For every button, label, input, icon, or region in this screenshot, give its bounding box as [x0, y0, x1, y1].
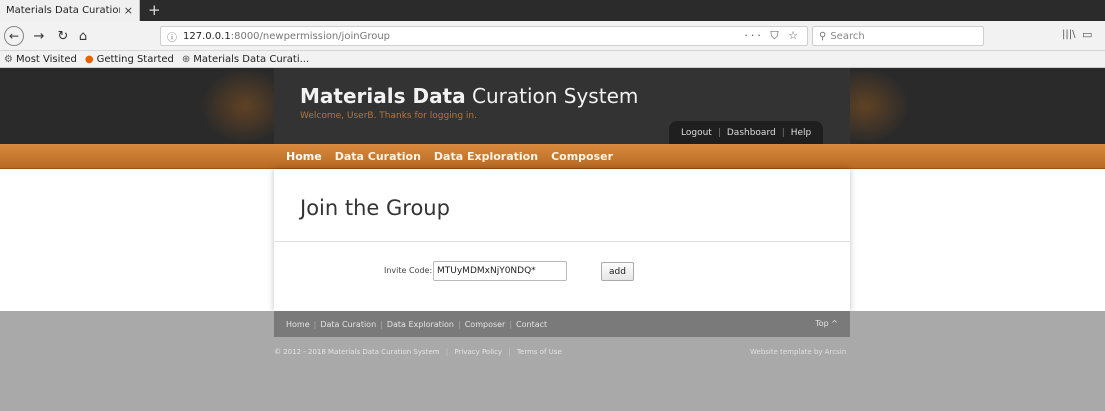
menu-item-home[interactable]: Home — [286, 150, 322, 175]
menu-item-label: Home — [286, 150, 322, 163]
copyright-text: © 2012 - 2018 Materials Data Curation Sy… — [274, 348, 440, 356]
join-group-form: Invite Code: add — [274, 259, 850, 283]
search-placeholder: Search — [830, 30, 865, 42]
separator: | — [508, 348, 511, 356]
content-panel: Join the Group Invite Code: add — [274, 169, 850, 311]
back-icon[interactable]: ← — [4, 26, 24, 46]
web-page: Materials Data Curation System Welcome, … — [0, 68, 1105, 411]
dashboard-link[interactable]: Dashboard — [727, 128, 776, 138]
close-icon[interactable]: × — [124, 4, 133, 17]
add-button[interactable]: add — [601, 262, 634, 281]
main-menu: Home Data Curation Data Exploration Comp… — [286, 144, 626, 175]
bookmark-label: Most Visited — [15, 53, 77, 65]
page-actions-icon[interactable]: ··· ⛉ ☆ — [744, 29, 801, 43]
top-links: Logout | Dashboard | Help — [669, 121, 824, 144]
separator: | — [717, 127, 721, 138]
menu-item-data-exploration[interactable]: Data Exploration — [434, 150, 538, 163]
url-bar[interactable]: ⓘ 127.0.0.1 :8000/newpermission/joinGrou… — [160, 26, 808, 46]
back-to-top-link[interactable]: Top ^ — [815, 319, 838, 328]
new-tab-button[interactable]: + — [148, 1, 161, 19]
page-title: Join the Group — [300, 196, 450, 220]
url-path: :8000/newpermission/joinGroup — [230, 30, 391, 42]
search-icon: ⚲ — [819, 30, 827, 42]
invite-code-label: Invite Code: — [384, 266, 433, 275]
reload-icon[interactable]: ↻ — [54, 27, 72, 45]
footer-link-composer[interactable]: Composer — [465, 320, 506, 329]
library-icon[interactable]: |||\ — [1062, 29, 1075, 40]
info-icon[interactable]: ⓘ — [167, 29, 177, 44]
forward-icon[interactable]: → — [30, 27, 48, 45]
separator: | — [458, 319, 461, 329]
footer-link-home[interactable]: Home — [286, 320, 310, 329]
footer-link-data-curation[interactable]: Data Curation — [320, 320, 376, 329]
terms-of-use-link[interactable]: Terms of Use — [517, 348, 562, 356]
gear-icon: ⚙ — [4, 53, 13, 65]
help-link[interactable]: Help — [791, 128, 812, 138]
invite-code-input[interactable] — [433, 261, 567, 281]
footer-copyright: © 2012 - 2018 Materials Data Curation Sy… — [274, 348, 562, 356]
site-title-bold: Materials Data — [300, 84, 466, 108]
site-title-rest: Curation System — [465, 84, 639, 108]
footer-nav: Home | Data Curation | Data Exploration … — [274, 311, 850, 337]
separator: | — [380, 319, 383, 329]
footer-link-contact[interactable]: Contact — [516, 320, 547, 329]
browser-nav-bar: ← → ↻ ⌂ ⓘ 127.0.0.1 :8000/newpermission/… — [0, 21, 1105, 51]
separator: | — [445, 348, 449, 356]
bookmark-label: Materials Data Curati... — [193, 53, 310, 65]
footer-link-data-exploration[interactable]: Data Exploration — [387, 320, 454, 329]
footer: Home | Data Curation | Data Exploration … — [0, 311, 1105, 411]
bookmark-most-visited[interactable]: ⚙ Most Visited — [4, 54, 77, 65]
separator: | — [509, 319, 513, 329]
tab-title: Materials Data Curation Sy — [6, 5, 120, 16]
logout-link[interactable]: Logout — [681, 128, 712, 138]
url-host: 127.0.0.1 — [183, 30, 231, 42]
site-header: Materials Data Curation System Welcome, … — [0, 68, 1105, 144]
sidebar-icon[interactable]: ▭ — [1082, 28, 1092, 41]
browser-search-input[interactable]: ⚲ Search — [812, 26, 984, 46]
bookmarks-bar: ⚙ Most Visited ● Getting Started ⊕ Mater… — [0, 51, 1105, 68]
bookmark-label: Getting Started — [96, 53, 174, 65]
bookmark-materials[interactable]: ⊕ Materials Data Curati... — [182, 54, 309, 65]
firefox-icon: ● — [84, 53, 94, 65]
home-icon[interactable]: ⌂ — [74, 27, 92, 45]
browser-tab[interactable]: Materials Data Curation Sy × — [0, 0, 140, 21]
bookmark-getting-started[interactable]: ● Getting Started — [85, 54, 174, 65]
menu-item-composer[interactable]: Composer — [551, 150, 613, 163]
main-menu-bar: Home Data Curation Data Exploration Comp… — [0, 144, 1105, 175]
divider — [274, 241, 850, 242]
browser-tab-bar: Materials Data Curation Sy × + — [0, 0, 1105, 21]
privacy-policy-link[interactable]: Privacy Policy — [454, 348, 502, 356]
separator: | — [781, 127, 785, 138]
site-title[interactable]: Materials Data Curation System — [300, 84, 638, 108]
globe-icon: ⊕ — [181, 53, 191, 65]
separator: | — [313, 319, 317, 329]
menu-item-data-curation[interactable]: Data Curation — [335, 150, 421, 163]
welcome-message: Welcome, UserB. Thanks for logging in. — [300, 111, 477, 121]
template-credit[interactable]: Website template by Arcsin — [750, 348, 846, 356]
header-inner: Materials Data Curation System Welcome, … — [274, 68, 850, 144]
